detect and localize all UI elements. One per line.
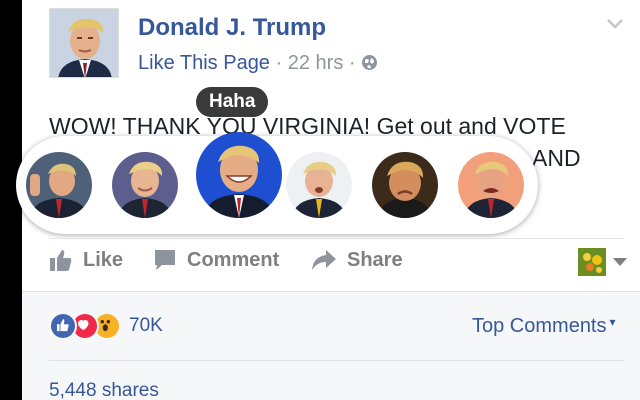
divider: [49, 360, 624, 361]
reaction-picker: [16, 132, 538, 234]
reaction-wow-button[interactable]: [286, 152, 352, 218]
meta-separator: ·: [348, 52, 356, 74]
caret-down-icon: [613, 258, 627, 266]
comment-button[interactable]: Comment: [153, 248, 279, 272]
caret-down-icon: ▾: [609, 315, 616, 329]
meta-separator: ·: [275, 52, 283, 74]
comment-icon: [155, 250, 175, 270]
like-label: Like: [83, 248, 124, 271]
like-reaction-icon: [49, 312, 77, 340]
reaction-angry-button[interactable]: [458, 152, 524, 218]
comment-sort-dropdown[interactable]: Top Comments ▾: [472, 315, 616, 338]
page-avatar[interactable]: [49, 8, 119, 78]
feedback-summary: 70K Top Comments ▾ 5,448 shares: [22, 291, 640, 400]
reaction-like-button[interactable]: [26, 152, 92, 218]
sort-label: Top Comments: [472, 315, 607, 337]
comment-label: Comment: [187, 248, 280, 271]
profile-thumbnail-icon: [578, 248, 606, 276]
shares-count-link[interactable]: 5,448 shares: [49, 380, 159, 400]
reaction-sad-button[interactable]: [372, 152, 438, 218]
like-button[interactable]: Like: [49, 248, 123, 272]
divider: [49, 238, 624, 239]
reaction-haha-button[interactable]: [196, 132, 282, 218]
like-this-page-link[interactable]: Like This Page: [138, 52, 270, 74]
thumbs-up-icon: [50, 250, 72, 271]
post-timestamp[interactable]: 22 hrs: [288, 52, 344, 74]
reaction-love-button[interactable]: [112, 152, 178, 218]
chevron-down-icon[interactable]: [606, 18, 624, 30]
post-meta: Like This Page · 22 hrs ·: [138, 52, 378, 75]
page-name-link[interactable]: Donald J. Trump: [138, 14, 326, 42]
reaction-summary[interactable]: 70K: [49, 312, 163, 340]
share-arrow-icon: [312, 250, 336, 270]
share-label: Share: [347, 248, 403, 271]
post-as-selector[interactable]: [578, 248, 628, 276]
reaction-count[interactable]: 70K: [129, 315, 163, 337]
globe-icon[interactable]: [361, 54, 378, 71]
reaction-tooltip: Haha: [196, 87, 269, 117]
share-button[interactable]: Share: [311, 248, 403, 272]
